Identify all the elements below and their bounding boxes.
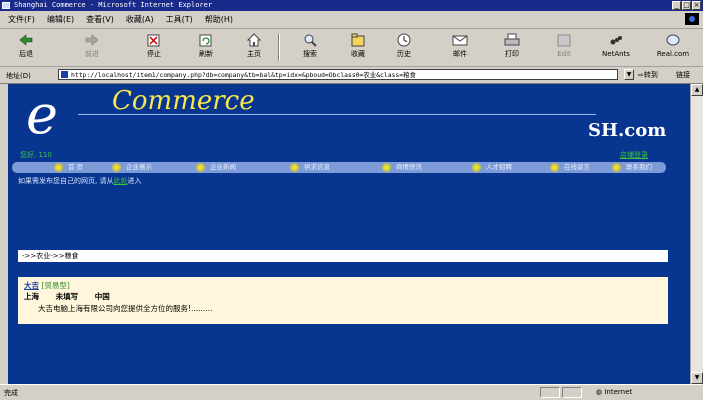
company-country: 中国 (94, 292, 110, 301)
nav-bullet-icon (196, 163, 205, 172)
title-bar[interactable]: Shanghai Commerce - Microsoft Internet E… (0, 0, 703, 11)
refresh-button[interactable]: 刷新 (188, 32, 224, 63)
company-field: 未填写 (55, 292, 79, 301)
go-button[interactable]: ⇨转到 (638, 70, 658, 80)
toolbar-separator (278, 34, 280, 61)
menu-view[interactable]: 查看(V) (86, 14, 114, 25)
nav-item[interactable]: 供求信息 (304, 163, 330, 172)
nav-item[interactable]: 人才招聘 (486, 163, 512, 172)
realcom-button[interactable]: Real.com (648, 32, 698, 63)
nav-bullet-icon (550, 163, 559, 172)
logo-e: e (26, 84, 58, 146)
address-input[interactable]: http://localhost/item1/company.php?db=co… (58, 69, 618, 80)
maximize-button[interactable]: □ (682, 1, 691, 10)
nav-bar: 首 页 企业展示 企业新闻 供求信息 商情快讯 人才招聘 在线留言 联系我们 (12, 162, 666, 173)
close-button[interactable]: × (692, 1, 701, 10)
internet-zone-label: ◍ Internet (596, 388, 633, 396)
company-name-link[interactable]: 大吉 (24, 281, 39, 290)
search-icon (302, 32, 318, 48)
enter-link[interactable]: 店铺登录 (620, 150, 648, 160)
windows-logo-icon (685, 13, 699, 25)
menu-bar: 文件(F) 编辑(E) 查看(V) 收藏(A) 工具(T) 帮助(H) (0, 11, 703, 29)
minimize-button[interactable]: _ (672, 1, 681, 10)
breadcrumb: ->>农业->>粮食 (18, 250, 668, 262)
company-card: 大吉 [贸易型] 上海 未填写 中国 大吉电脑上海有限公司向您提供全方位的服务!… (18, 277, 668, 324)
nav-bullet-icon (612, 163, 621, 172)
scroll-up-button[interactable]: ▲ (691, 84, 703, 96)
menu-help[interactable]: 帮助(H) (205, 14, 233, 25)
home-icon (246, 32, 262, 48)
nav-item[interactable]: 联系我们 (626, 163, 652, 172)
toolbar: 后退 前进 停止 刷新 主页 搜索 收藏 历史 邮件 打印 Edit NetAn… (0, 29, 703, 67)
edit-button[interactable]: Edit (546, 32, 582, 63)
nav-bullet-icon (472, 163, 481, 172)
publish-link[interactable]: 此处 (113, 177, 127, 185)
menu-file[interactable]: 文件(F) (8, 14, 35, 25)
menu-favorites[interactable]: 收藏(A) (126, 14, 154, 25)
refresh-icon (198, 32, 214, 48)
nav-bullet-icon (290, 163, 299, 172)
scroll-down-button[interactable]: ▼ (691, 372, 703, 384)
history-icon (396, 32, 412, 48)
logo-sh: SH.com (588, 120, 667, 141)
browser-window: Shanghai Commerce - Microsoft Internet E… (0, 0, 703, 400)
mail-button[interactable]: 邮件 (442, 32, 478, 63)
forward-button[interactable]: 前进 (74, 32, 110, 63)
company-type: [贸易型] (41, 281, 70, 290)
home-button[interactable]: 主页 (236, 32, 272, 63)
company-city: 上海 (24, 292, 39, 301)
forward-arrow-icon (84, 32, 100, 48)
nav-item[interactable]: 企业展示 (126, 163, 152, 172)
ie-icon (2, 2, 10, 9)
address-dropdown-button[interactable]: ▼ (624, 69, 634, 80)
history-button[interactable]: 历史 (386, 32, 422, 63)
address-label: 地址(D) (6, 72, 31, 80)
nav-item[interactable]: 商情快讯 (396, 163, 422, 172)
logo-divider (78, 114, 596, 115)
menu-tools[interactable]: 工具(T) (166, 14, 193, 25)
address-url: http://localhost/item1/company.php?db=co… (71, 71, 416, 79)
publish-notice: 如果需发布您自己的网页, 请从此处进入 (18, 177, 142, 185)
mail-icon (452, 32, 468, 48)
printer-icon (504, 32, 520, 48)
links-button[interactable]: 链接 (676, 70, 690, 80)
nav-item[interactable]: 企业新闻 (210, 163, 236, 172)
nav-item[interactable]: 首 页 (68, 163, 83, 172)
status-bar: 完成 ◍ Internet (0, 384, 703, 400)
status-cell (562, 387, 582, 398)
menu-edit[interactable]: 编辑(E) (47, 14, 74, 25)
netants-button[interactable]: NetAnts (598, 32, 634, 63)
nav-bullet-icon (54, 163, 63, 172)
back-arrow-icon (18, 32, 34, 48)
favorites-icon (350, 32, 366, 48)
window-controls: _ □ × (672, 1, 701, 10)
search-button[interactable]: 搜索 (292, 32, 328, 63)
status-cell (540, 387, 560, 398)
window-title: Shanghai Commerce - Microsoft Internet E… (14, 1, 213, 9)
ant-icon (608, 32, 624, 48)
stop-icon (146, 32, 162, 48)
logo-commerce: Commerce (112, 86, 255, 116)
nav-item[interactable]: 在线留言 (564, 163, 590, 172)
address-bar: 地址(D) http://localhost/item1/company.php… (0, 67, 703, 84)
nav-bullet-icon (382, 163, 391, 172)
page-icon (61, 71, 68, 78)
print-button[interactable]: 打印 (494, 32, 530, 63)
favorites-button[interactable]: 收藏 (340, 32, 376, 63)
back-button[interactable]: 后退 (8, 32, 44, 63)
nav-bullet-icon (112, 163, 121, 172)
real-icon (665, 32, 681, 48)
edit-icon (556, 32, 572, 48)
page-content: e Commerce SH.com 您好, 110 店铺登录 首 页 企业展示 … (8, 84, 690, 384)
visitor-text: 您好, 110 (20, 151, 52, 159)
status-text: 完成 (4, 389, 18, 397)
stop-button[interactable]: 停止 (136, 32, 172, 63)
company-description: 大吉电脑上海有限公司向您提供全方位的服务!......... (38, 304, 213, 313)
vertical-scrollbar[interactable]: ▲ ▼ (690, 84, 703, 384)
